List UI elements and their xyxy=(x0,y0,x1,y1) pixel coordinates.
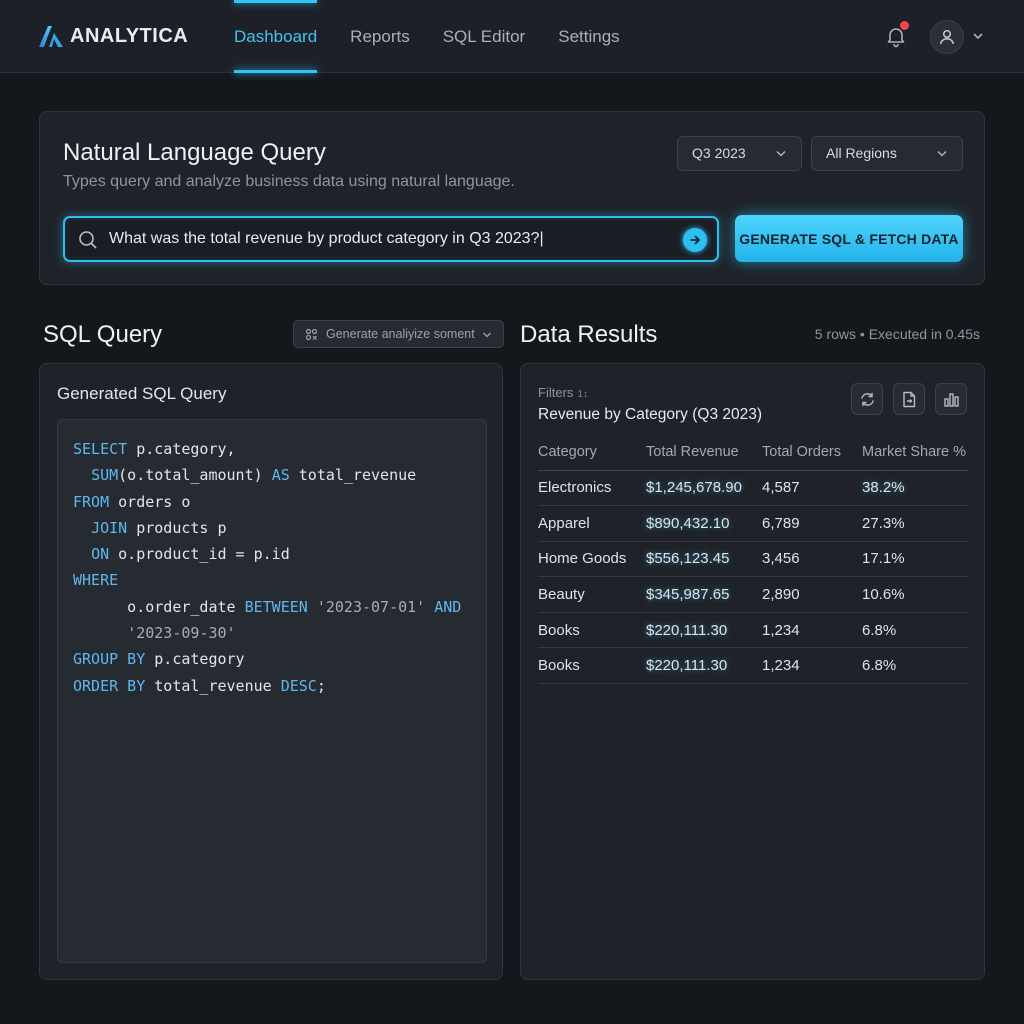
cell-market-share: 38.2% xyxy=(862,470,968,507)
cell-orders: 1,234 xyxy=(762,612,862,649)
cell-revenue: $890,432.10 xyxy=(646,505,762,542)
cell-revenue: $556,123.45 xyxy=(646,541,762,578)
code-line: SUM(o.total_amount) AS total_revenue xyxy=(91,466,417,485)
nlq-subtitle: Types query and analyze business data us… xyxy=(63,173,515,190)
filters-count: 1↕ xyxy=(577,389,588,400)
code-line: FROM orders o xyxy=(73,492,191,511)
sparkle-icon xyxy=(305,328,318,341)
cell-orders: 6,789 xyxy=(762,505,862,542)
nlq-title: Natural Language Query xyxy=(63,139,326,166)
cell-revenue: $1,245,678.90 xyxy=(646,470,762,507)
nav-item-reports[interactable]: Reports xyxy=(350,0,410,73)
top-navigation-bar: ANALYTICA Dashboard Reports SQL Editor S… xyxy=(0,0,1024,73)
bar-chart-icon xyxy=(943,392,959,407)
chart-view-button[interactable] xyxy=(935,383,967,415)
analyze-dropdown-label: Generate analiyize soment xyxy=(326,327,475,341)
refresh-button[interactable] xyxy=(851,383,883,415)
execution-info: 5 rows • Executed in 0.45s xyxy=(814,326,980,342)
data-results-panel: Filters 1↕ Revenue by Category (Q3 2023) … xyxy=(520,363,985,980)
submit-query-button[interactable] xyxy=(683,228,707,252)
generate-sql-button[interactable]: GENERATE SQL & FETCH DATA xyxy=(735,215,963,262)
column-header-total-revenue[interactable]: Total Revenue xyxy=(646,434,762,471)
table-row[interactable]: Books $220,111.30 1,234 6.8% xyxy=(538,647,968,685)
chevron-down-icon[interactable] xyxy=(972,31,984,41)
code-line: ORDER BY total_revenue DESC; xyxy=(73,676,326,695)
search-icon xyxy=(79,231,97,249)
sql-panel-label: Generated SQL Query xyxy=(57,384,227,403)
nav-item-dashboard[interactable]: Dashboard xyxy=(234,0,318,73)
code-line: GROUP BY p.category xyxy=(73,650,245,669)
analytica-logo-icon xyxy=(39,26,63,47)
column-header-category[interactable]: Category xyxy=(538,434,646,471)
cell-category: Home Goods xyxy=(538,541,646,578)
column-header-market-share[interactable]: Market Share % xyxy=(862,434,968,471)
table-row[interactable]: Home Goods $556,123.45 3,456 17.1% xyxy=(538,541,968,578)
data-section-title: Data Results xyxy=(520,321,658,348)
cell-market-share: 17.1% xyxy=(862,541,968,578)
cell-orders: 2,890 xyxy=(762,576,862,613)
nav-item-sql-editor[interactable]: SQL Editor xyxy=(443,0,526,73)
user-avatar[interactable] xyxy=(930,20,964,54)
code-line: '2023-09-30' xyxy=(127,624,236,643)
cell-revenue: $220,111.30 xyxy=(646,612,762,649)
notification-badge xyxy=(900,21,909,30)
natural-language-query-panel: Natural Language Query Types query and a… xyxy=(39,111,985,285)
sql-code-editor[interactable]: SELECT p.category, SUM(o.total_amount) A… xyxy=(57,419,487,963)
table-row[interactable]: Beauty $345,987.65 2,890 10.6% xyxy=(538,576,968,613)
cell-category: Books xyxy=(538,647,646,685)
nav-item-settings[interactable]: Settings xyxy=(558,0,619,73)
analyze-dropdown[interactable]: Generate analiyize soment xyxy=(293,320,504,348)
brand[interactable]: ANALYTICA xyxy=(38,24,188,48)
query-search-box[interactable] xyxy=(63,216,719,262)
cell-orders: 4,587 xyxy=(762,470,862,507)
code-line: ON o.product_id = p.id xyxy=(91,545,290,564)
cell-market-share: 6.8% xyxy=(862,647,968,685)
period-select[interactable]: Q3 2023 xyxy=(677,136,802,171)
cell-revenue: $345,987.65 xyxy=(646,576,762,613)
arrow-right-icon xyxy=(690,235,701,245)
filters-label: Filters xyxy=(538,385,574,400)
table-header-row: Category Total Revenue Total Orders Mark… xyxy=(538,434,968,471)
chevron-down-icon xyxy=(937,150,947,157)
results-title: Revenue by Category (Q3 2023) xyxy=(538,406,763,423)
results-table: Category Total Revenue Total Orders Mark… xyxy=(538,434,968,685)
code-line: o.order_date BETWEEN '2023-07-01' AND xyxy=(73,597,462,616)
cell-revenue: $220,111.30 xyxy=(646,647,762,685)
column-header-total-orders[interactable]: Total Orders xyxy=(762,434,862,471)
cell-category: Books xyxy=(538,612,646,649)
cell-category: Apparel xyxy=(538,505,646,542)
table-row[interactable]: Books $220,111.30 1,234 6.8% xyxy=(538,612,968,649)
cell-market-share: 27.3% xyxy=(862,505,968,542)
period-select-value: Q3 2023 xyxy=(692,145,746,161)
code-line: WHERE xyxy=(73,571,119,590)
chevron-down-icon xyxy=(483,332,491,338)
chevron-down-icon xyxy=(776,150,786,157)
sql-query-panel: Generated SQL Query SELECT p.category, S… xyxy=(39,363,503,980)
cell-category: Electronics xyxy=(538,470,646,507)
table-row[interactable]: Apparel $890,432.10 6,789 27.3% xyxy=(538,505,968,542)
query-input[interactable] xyxy=(109,227,669,251)
main-nav: Dashboard Reports SQL Editor Settings xyxy=(234,0,653,73)
cell-orders: 3,456 xyxy=(762,541,862,578)
export-file-icon xyxy=(903,391,916,407)
filters-toggle[interactable]: Filters 1↕ xyxy=(538,385,588,400)
cell-orders: 1,234 xyxy=(762,647,862,685)
refresh-icon xyxy=(860,392,874,406)
table-row[interactable]: Electronics $1,245,678.90 4,587 38.2% xyxy=(538,470,968,507)
export-button[interactable] xyxy=(893,383,925,415)
region-select-value: All Regions xyxy=(826,145,897,161)
code-line: JOIN products p xyxy=(91,518,227,537)
user-icon xyxy=(940,29,954,45)
code-line: SELECT p.category, xyxy=(73,440,236,458)
brand-name: ANALYTICA xyxy=(70,24,189,47)
cell-category: Beauty xyxy=(538,576,646,613)
sql-section-title: SQL Query xyxy=(43,321,163,348)
cell-market-share: 6.8% xyxy=(862,612,968,649)
region-select[interactable]: All Regions xyxy=(811,136,963,171)
cell-market-share: 10.6% xyxy=(862,576,968,613)
